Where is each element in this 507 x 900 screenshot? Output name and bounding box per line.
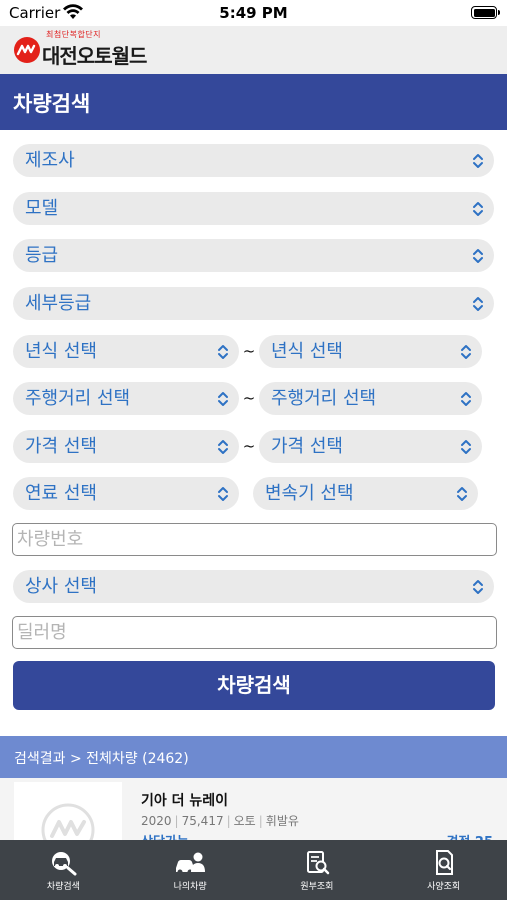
price-from-select[interactable]: 가격 선택: [13, 430, 239, 463]
tab-document-search[interactable]: 원부조회: [254, 840, 381, 900]
car-number-input[interactable]: 차량번호: [12, 523, 497, 556]
car-price: 견적 25: [446, 831, 493, 840]
year-from-select-label: 년식 선택: [25, 341, 97, 362]
chevron-updown-icon: [218, 392, 228, 406]
chevron-updown-icon: [473, 580, 483, 594]
placeholder-logo-icon: [41, 803, 95, 840]
transmission-select[interactable]: 변속기 선택: [253, 477, 478, 510]
mileage-from-select[interactable]: 주행거리 선택: [13, 382, 239, 415]
car-meta: 2020 | 75,417 | 오토 | 휘발유: [141, 814, 299, 828]
mileage-from-select-label: 주행거리 선택: [25, 388, 131, 409]
results-summary-bar: 검색결과 > 전체차량 (2462): [0, 736, 507, 778]
result-list-item[interactable]: 기아 더 뉴레이 2020|75,417|오토|휘발유 상담가능 견적 25: [0, 778, 507, 840]
brand-subtitle: 최첨단복합단지: [46, 30, 102, 39]
maker-select[interactable]: 제조사: [13, 144, 494, 177]
results-summary: 검색결과 > 전체차량 (2462): [14, 751, 189, 767]
dealer-shop-select[interactable]: 상사 선택: [13, 570, 494, 603]
tab-car-search-label: 차량검색: [46, 882, 80, 892]
price-to-select[interactable]: 가격 선택: [259, 430, 482, 463]
grade-select-label: 등급: [25, 245, 59, 266]
car-year: 2020: [141, 814, 172, 828]
car-sub-label: 상담가능: [141, 831, 189, 840]
brand-logo-icon: [14, 37, 40, 63]
car-name: 기아 더 뉴레이: [141, 793, 229, 809]
car-mileage: 75,417: [181, 814, 224, 828]
battery-icon: [471, 6, 500, 19]
tab-car-search[interactable]: 차량검색: [0, 840, 127, 900]
car-number-placeholder: 차량번호: [17, 529, 84, 550]
model-select[interactable]: 모델: [13, 192, 494, 225]
dealer-name-placeholder: 딜러명: [17, 622, 67, 643]
detail-grade-select-label: 세부등급: [25, 293, 92, 314]
chevron-updown-icon: [461, 440, 471, 454]
dealer-name-input[interactable]: 딜러명: [12, 616, 497, 649]
range-separator: ~: [242, 437, 256, 455]
chevron-updown-icon: [473, 249, 483, 263]
car-fuel: 휘발유: [265, 814, 299, 828]
year-to-select-label: 년식 선택: [271, 341, 343, 362]
brand-name: 대전오토월드: [42, 44, 147, 68]
range-separator: ~: [242, 389, 256, 407]
chevron-updown-icon: [218, 440, 228, 454]
page-title: 차량검색: [13, 92, 91, 116]
price-from-select-label: 가격 선택: [25, 436, 97, 457]
document-search-icon: [306, 851, 330, 875]
tab-spec-search[interactable]: 사양조회: [380, 840, 507, 900]
detail-grade-select[interactable]: 세부등급: [13, 287, 494, 320]
fuel-select[interactable]: 연료 선택: [13, 477, 239, 510]
spec-search-icon: [435, 850, 453, 875]
price-to-select-label: 가격 선택: [271, 436, 343, 457]
chevron-updown-icon: [461, 345, 471, 359]
mileage-to-select-label: 주행거리 선택: [271, 388, 377, 409]
chevron-updown-icon: [218, 345, 228, 359]
car-search-icon: [52, 852, 77, 876]
dealer-shop-select-label: 상사 선택: [25, 576, 97, 597]
title-bar: 차량검색: [0, 74, 507, 130]
tab-my-car-label: 나의차량: [173, 882, 207, 892]
my-car-icon: [176, 852, 206, 875]
year-to-select[interactable]: 년식 선택: [259, 335, 482, 368]
chevron-updown-icon: [457, 487, 467, 501]
chevron-updown-icon: [473, 297, 483, 311]
maker-select-label: 제조사: [25, 150, 75, 171]
bottom-tab-bar: 차량검색 나의차량 원부조회 사양조회: [0, 840, 507, 900]
chevron-updown-icon: [461, 392, 471, 406]
mileage-to-select[interactable]: 주행거리 선택: [259, 382, 482, 415]
chevron-updown-icon: [473, 202, 483, 216]
year-from-select[interactable]: 년식 선택: [13, 335, 239, 368]
grade-select[interactable]: 등급: [13, 239, 494, 272]
car-thumbnail: [14, 782, 122, 840]
tab-document-search-label: 원부조회: [300, 882, 334, 892]
search-button[interactable]: 차량검색: [13, 661, 495, 710]
tab-spec-search-label: 사양조회: [427, 882, 461, 892]
tab-my-car[interactable]: 나의차량: [127, 840, 254, 900]
model-select-label: 모델: [25, 198, 59, 219]
transmission-select-label: 변속기 선택: [265, 483, 354, 504]
chevron-updown-icon: [218, 487, 228, 501]
chevron-updown-icon: [473, 154, 483, 168]
status-bar: Carrier 5:49 PM: [0, 0, 507, 26]
fuel-select-label: 연료 선택: [25, 483, 97, 504]
brand-header: 최첨단복합단지 대전오토월드: [0, 26, 507, 74]
car-transmission: 오토: [233, 814, 256, 828]
status-time: 5:49 PM: [219, 4, 288, 22]
range-separator: ~: [242, 342, 256, 360]
